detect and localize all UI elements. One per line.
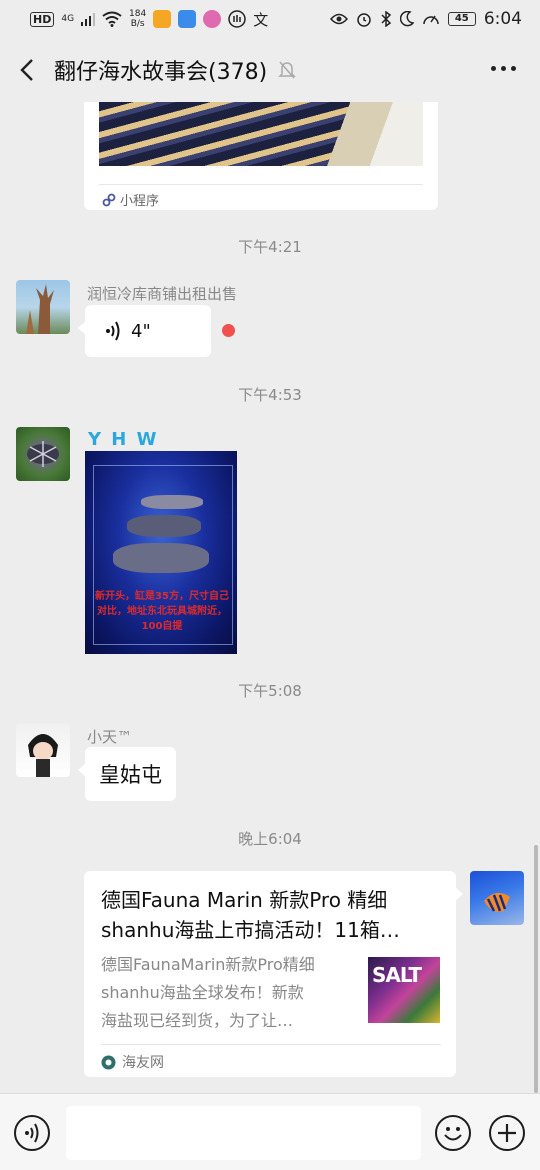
network-type: 4G [61,14,74,24]
timestamp: 下午5:08 [238,682,302,700]
input-bar [0,1093,540,1170]
emoji-icon[interactable] [435,1115,471,1151]
timestamp: 下午4:53 [238,386,302,404]
avatar[interactable] [16,427,70,481]
alarm-icon [357,13,371,27]
sender-name: 小天™ [87,728,133,746]
notification-app-icon [153,10,172,28]
avatar[interactable] [16,723,70,777]
hd-icon: HD [30,11,55,27]
eye-icon [329,13,348,25]
net-speed-unit: B/s [130,19,145,29]
plus-icon[interactable] [489,1115,525,1151]
link-description: 德国FaunaMarin新款Pro精细 shanhu海盐全球发布！新款 海盐现已… [101,955,315,1030]
notification-hand-icon [228,10,246,28]
rock [141,495,203,509]
link-source-name: 海友网 [122,1055,164,1071]
voice-message-bubble[interactable]: 4" [78,305,211,357]
voice-duration: 4" [131,320,151,342]
message-text: 皇姑屯 [99,763,162,787]
scrollbar[interactable] [534,845,538,1093]
signal-icon [81,13,96,26]
bluetooth-icon [381,11,391,27]
chat-header: 翻仔海水故事会(378) [0,38,540,102]
timestamp: 下午4:21 [238,238,302,256]
bell-off-icon [278,61,296,79]
rock [113,543,209,573]
clock: 6:04 [483,9,522,29]
divider [99,184,423,185]
chat-title: 翻仔海水故事会(378) [54,60,268,85]
avatar[interactable] [16,280,70,334]
text-message-bubble[interactable]: 皇姑屯 [78,747,176,801]
image-message[interactable]: 新开头，缸是35方，尺寸自己对比，地址东北玩具城附近，100自提 [85,451,237,654]
moon-icon [399,11,414,27]
link-source: 海友网 [101,1052,164,1072]
rock [127,515,201,537]
thumbnail-text: SALT [372,963,422,987]
speed-gauge-icon [423,15,439,25]
net-speed: 184 B/s [129,9,146,29]
timestamp: 晚上6:04 [238,830,302,848]
battery-level: 45 [454,13,469,24]
voice-wave-icon [106,321,120,341]
sender-name: Y H W [88,429,159,450]
message-input[interactable] [66,1106,421,1160]
link-title: 德国Fauna Marin 新款Pro 精细 shanhu海盐上市搞活动！11箱… [101,888,400,942]
mini-program-card[interactable]: 小程序 [84,102,438,210]
status-bar: HD 4G 184 B/s 文 45 6:04 [0,0,540,38]
source-logo-icon [101,1055,116,1069]
image-caption: 新开头，缸是35方，尺寸自己对比，地址东北玩具城附近，100自提 [95,591,229,632]
mini-program-source: 小程序 [102,190,159,209]
divider [101,1044,441,1045]
sender-name: 润恒冷库商铺出租出售 [87,285,238,303]
mini-program-label: 小程序 [120,194,160,209]
mini-program-image [99,102,423,166]
unread-dot [222,324,235,337]
notification-text-icon: 文 [253,10,269,29]
wifi-icon [102,11,122,27]
mini-program-icon [102,193,116,206]
notification-app-icon [178,10,197,28]
more-dots-icon[interactable] [491,66,516,71]
net-speed-value: 184 [129,9,147,19]
notification-app-icon [203,10,222,28]
voice-mode-icon[interactable] [14,1115,50,1151]
battery-icon: 45 [447,12,476,26]
chevron-left-icon[interactable] [18,58,38,82]
my-avatar[interactable] [470,871,524,925]
link-thumbnail: SALT [368,957,440,1023]
link-message-card[interactable]: 德国Fauna Marin 新款Pro 精细 shanhu海盐上市搞活动！11箱… [84,871,463,1077]
network-label: 4G [61,14,75,24]
